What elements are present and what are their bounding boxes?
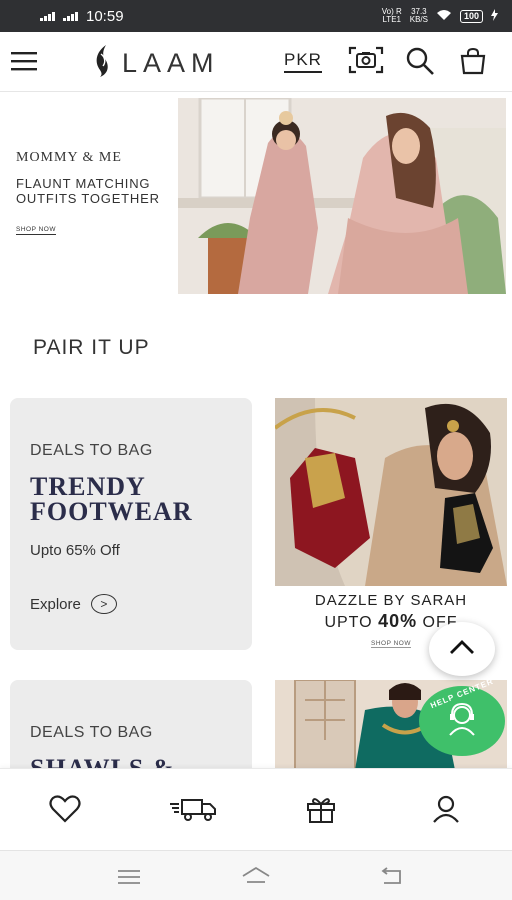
network-bottom: LTE1 (382, 15, 401, 24)
deal-title-line2: FOOTWEAR (30, 497, 193, 526)
chevron-up-icon (449, 639, 475, 660)
support-agent-icon (444, 701, 480, 742)
deal-discount: Upto 65% Off (30, 542, 120, 559)
battery-level: 100 (463, 11, 479, 21)
app-screen: 10:59 Vo) R LTE1 37.3 KB/S 100 LAAM PKR … (0, 0, 512, 900)
system-nav-bar (0, 850, 512, 900)
deal-title: TRENDY FOOTWEAR (30, 474, 193, 526)
speed-indicator: 37.3 KB/S (410, 8, 428, 24)
bag-icon[interactable] (458, 46, 488, 76)
back-icon[interactable] (376, 865, 406, 889)
wifi-icon (436, 9, 452, 24)
deal-card-shawls[interactable]: DEALS TO BAG SHAWLS & (10, 680, 252, 768)
profile-icon[interactable] (428, 793, 464, 825)
speed-bottom: KB/S (409, 15, 428, 24)
camera-search-icon[interactable] (348, 44, 384, 76)
status-left: 10:59 (40, 8, 124, 25)
deal-card-trendy-footwear[interactable]: DEALS TO BAG TRENDY FOOTWEAR Upto 65% Of… (10, 398, 252, 650)
app-header: LAAM PKR (0, 32, 512, 92)
explore-label: Explore (30, 595, 81, 613)
network-indicator: Vo) R LTE1 (382, 8, 402, 24)
deal-title: SHAWLS & (30, 756, 175, 769)
banner-subtitle-line1: FLAUNT MATCHING (16, 176, 151, 191)
promo-shop-now-link[interactable]: SHOP NOW (371, 640, 411, 648)
status-time: 10:59 (86, 7, 124, 25)
search-icon[interactable] (404, 46, 436, 76)
section-title: PAIR IT UP (33, 336, 150, 359)
mommy-and-me-banner[interactable]: MOMMY & ME FLAUNT MATCHING OUTFITS TOGET… (0, 98, 512, 294)
delivery-truck-icon[interactable] (170, 793, 218, 825)
deal-kicker: DEALS TO BAG (30, 442, 153, 459)
charging-icon (491, 8, 498, 24)
banner-text: MOMMY & ME FLAUNT MATCHING OUTFITS TOGET… (16, 150, 176, 236)
laam-logo[interactable]: LAAM (92, 44, 220, 83)
deal-kicker: DEALS TO BAG (30, 724, 153, 741)
signal-icon (40, 11, 55, 21)
banner-photo (178, 98, 506, 294)
bottom-nav (0, 768, 512, 850)
logo-text: LAAM (122, 48, 220, 78)
chevron-right-icon: > (90, 594, 117, 614)
banner-title: MOMMY & ME (16, 150, 122, 165)
signal-icon (63, 11, 78, 21)
status-right: Vo) R LTE1 37.3 KB/S 100 (382, 8, 498, 24)
recent-apps-icon[interactable] (114, 865, 144, 889)
scroll-to-top-button[interactable] (429, 622, 495, 676)
promo-brand: DAZZLE BY SARAH (314, 592, 468, 609)
battery-icon: 100 (459, 9, 483, 23)
wishlist-icon[interactable] (47, 793, 83, 825)
home-icon[interactable] (241, 865, 271, 889)
currency-selector[interactable]: PKR (284, 50, 322, 73)
gift-icon[interactable] (303, 793, 339, 825)
promo-offer-prefix: UPTO (324, 614, 373, 631)
menu-icon[interactable] (10, 48, 38, 74)
promo-offer-value: 40% (378, 611, 418, 631)
explore-button[interactable]: Explore > (30, 594, 117, 614)
status-bar: 10:59 Vo) R LTE1 37.3 KB/S 100 (0, 0, 512, 32)
banner-subtitle: FLAUNT MATCHING OUTFITS TOGETHER (16, 176, 176, 206)
banner-subtitle-line2: OUTFITS TOGETHER (16, 191, 160, 206)
help-center-button[interactable]: HELP CENTER (419, 677, 505, 756)
dazzle-by-sarah-photo[interactable] (275, 398, 507, 586)
banner-shop-now-link[interactable]: SHOP NOW (16, 226, 56, 235)
laam-leaf-icon (92, 44, 114, 83)
